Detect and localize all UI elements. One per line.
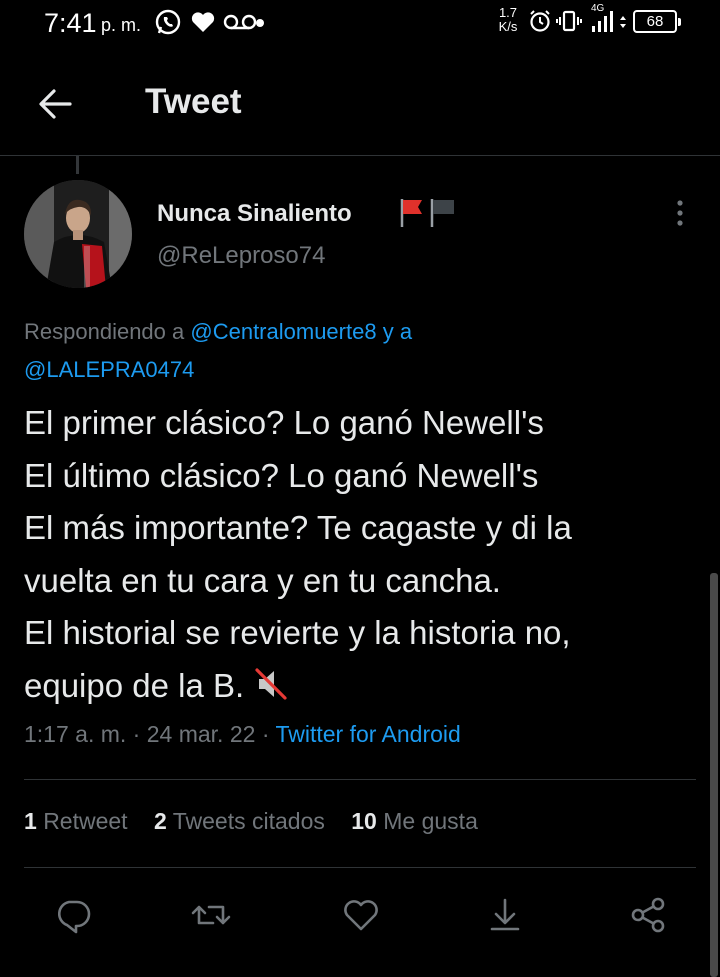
- whatsapp-icon: [155, 9, 181, 35]
- status-bar: 7:41 p. m. 1.7 K/s 4G 68: [0, 0, 720, 46]
- network-speed: 1.7 K/s: [493, 6, 523, 34]
- header-divider: [0, 155, 720, 156]
- tweet-stats: 1 Retweet 2 Tweets citados 10 Me gusta: [24, 808, 498, 835]
- page-title: Tweet: [145, 82, 242, 121]
- status-time: 7:41: [44, 8, 97, 38]
- meta-separator: ·: [261, 721, 270, 747]
- tweet-line-last: equipo de la B.: [24, 660, 704, 713]
- meta-separator: ·: [132, 721, 141, 747]
- divider: [24, 779, 696, 780]
- heart-status-icon: [191, 12, 215, 32]
- replying-to: Respondiendo a @Centralomuerte8 y a @LAL…: [24, 313, 694, 389]
- author-name[interactable]: Nunca Sinaliento: [157, 200, 352, 228]
- status-ampm: p. m.: [101, 15, 142, 35]
- reply-conjunction: y a: [382, 319, 413, 344]
- thread-connector-line: [76, 156, 79, 174]
- tweet-source-link[interactable]: Twitter for Android: [275, 721, 460, 747]
- muted-speaker-icon: [255, 667, 287, 700]
- retweets-stat[interactable]: 1 Retweet: [24, 808, 128, 834]
- retweets-count: 1: [24, 808, 37, 834]
- share-icon[interactable]: [484, 894, 526, 936]
- tweet-line: El primer clásico? Lo ganó Newell's: [24, 404, 544, 441]
- tweet-line: vuelta en tu cara y en tu cancha.: [24, 561, 501, 599]
- top-app-bar: Tweet: [0, 60, 720, 155]
- signal-icon: [592, 11, 626, 32]
- reply-user-link[interactable]: @Centralomuerte8: [190, 319, 376, 344]
- battery-indicator: 68: [633, 10, 681, 33]
- quote-tweets-stat[interactable]: 2 Tweets citados: [154, 808, 325, 834]
- replying-prefix: Respondiendo a: [24, 319, 185, 344]
- tweet-date: 24 mar. 22: [146, 721, 256, 747]
- quotes-label: Tweets citados: [172, 808, 325, 834]
- avatar[interactable]: [24, 180, 132, 288]
- black-flag-icon: [430, 199, 454, 227]
- tweet-time: 1:17 a. m.: [24, 721, 127, 747]
- speed-unit: K/s: [498, 19, 518, 34]
- tweet-line: El último clásico? Lo ganó Newell's: [24, 456, 539, 494]
- tweet-text: El primer clásico? Lo ganó Newell's El ú…: [24, 397, 704, 712]
- flag-emojis: [400, 199, 454, 227]
- tweet-line-text: equipo de la B.: [24, 666, 245, 704]
- like-icon[interactable]: [340, 894, 382, 936]
- tweet-line: El historial se revierte y la historia n…: [24, 614, 571, 651]
- likes-count: 10: [351, 808, 377, 834]
- vibrate-icon: [556, 10, 582, 32]
- share-network-icon[interactable]: [627, 894, 669, 936]
- alarm-icon: [530, 10, 550, 32]
- red-flag-icon: [400, 199, 422, 227]
- divider: [24, 867, 696, 868]
- retweet-icon[interactable]: [190, 894, 232, 936]
- scrollbar[interactable]: [710, 573, 718, 977]
- speed-value: 1.7: [498, 5, 518, 20]
- quotes-count: 2: [153, 808, 167, 834]
- author-handle[interactable]: @ReLeproso74: [157, 242, 325, 270]
- likes-stat[interactable]: 10 Me gusta: [351, 808, 478, 834]
- tweet-line: El más importante? Te cagaste y di la: [24, 509, 572, 546]
- likes-label: Me gusta: [383, 808, 478, 834]
- notification-dot-icon: [256, 19, 264, 27]
- tweet-meta: 1:17 a. m. · 24 mar. 22 · Twitter for An…: [24, 721, 461, 748]
- back-arrow-icon[interactable]: [34, 82, 78, 126]
- retweets-label: Retweet: [43, 808, 128, 834]
- voicemail-icon: [223, 14, 257, 30]
- reply-icon[interactable]: [52, 894, 94, 936]
- avatar-photo: [24, 180, 132, 288]
- more-options-icon[interactable]: [664, 196, 696, 230]
- reply-user-link[interactable]: @LALEPRA0474: [24, 357, 194, 382]
